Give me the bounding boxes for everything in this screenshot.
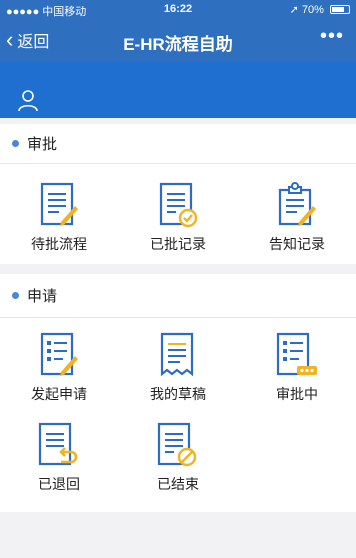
- apply-section: 申请 发起申请 我的草稿 审批中 已退回 已结束: [0, 274, 356, 512]
- section-dot: [12, 140, 19, 147]
- status-right: ➚ 70%: [290, 3, 350, 16]
- section-dot: [12, 292, 19, 299]
- finished-tile[interactable]: 已结束: [119, 404, 237, 504]
- approval-header: 审批: [0, 124, 356, 164]
- back-button[interactable]: ‹ 返回: [6, 27, 50, 52]
- tile-label: 已批记录: [150, 236, 206, 252]
- drafts-tile[interactable]: 我的草稿: [119, 314, 237, 414]
- apply-title: 申请: [27, 288, 58, 305]
- returned-tile[interactable]: 已退回: [0, 404, 118, 504]
- tile-label: 待批流程: [31, 236, 87, 252]
- drafts-icon: [160, 332, 194, 377]
- navigation-bar: ‹ 返回 E-HR流程自助 •••: [0, 18, 356, 62]
- chevron-left-icon: ‹: [6, 27, 14, 52]
- finished-icon: [157, 422, 197, 467]
- returned-icon: [38, 422, 78, 466]
- back-label: 返回: [17, 34, 50, 51]
- tile-label: 我的草稿: [150, 386, 206, 402]
- status-bar: ●●●●● 中国移动 16:22 ➚ 70%: [0, 0, 356, 18]
- new-application-icon: [40, 332, 78, 376]
- in-approval-icon: [276, 332, 317, 376]
- apply-header: 申请: [0, 274, 356, 318]
- notification-records-icon: [278, 182, 316, 226]
- more-button[interactable]: •••: [318, 26, 346, 51]
- pending-approval-icon: [40, 182, 78, 226]
- tile-label: 已退回: [38, 476, 80, 492]
- battery-percent: 70%: [301, 4, 324, 16]
- location-icon: ➚: [289, 4, 299, 16]
- battery-icon: [330, 5, 350, 14]
- user-banner: [0, 62, 356, 118]
- pending-approval-tile[interactable]: 待批流程: [0, 164, 118, 264]
- new-application-tile[interactable]: 发起申请: [0, 314, 118, 414]
- tile-label: 发起申请: [31, 386, 87, 402]
- page-title: E-HR流程自助: [123, 35, 233, 54]
- approval-section: 审批 待批流程 已批记录 告知记录: [0, 124, 356, 264]
- in-approval-tile[interactable]: 审批中: [238, 314, 356, 414]
- user-icon[interactable]: [16, 88, 40, 112]
- approval-title: 审批: [27, 136, 58, 153]
- tile-label: 告知记录: [269, 236, 325, 252]
- tile-label: 审批中: [276, 386, 318, 402]
- approved-records-tile[interactable]: 已批记录: [119, 164, 237, 264]
- approved-records-icon: [159, 182, 198, 228]
- notification-records-tile[interactable]: 告知记录: [238, 164, 356, 264]
- tile-label: 已结束: [157, 476, 199, 492]
